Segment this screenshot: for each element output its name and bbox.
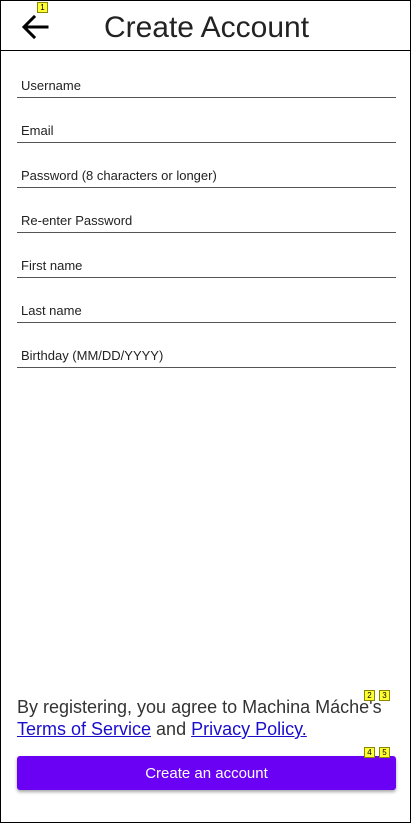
reenter-password-field-container [17, 209, 396, 233]
username-field-container [17, 74, 396, 98]
reenter-password-input[interactable] [17, 209, 396, 231]
terms-text: By registering, you agree to Machina Mác… [17, 696, 397, 740]
privacy-policy-link[interactable]: Privacy Policy. [191, 719, 307, 739]
terms-prefix: By registering, you agree to Machina Mác… [17, 697, 382, 717]
password-field-container [17, 164, 396, 188]
username-input[interactable] [17, 74, 396, 96]
password-input[interactable] [17, 164, 396, 186]
app-frame: Create Account 1 By registering, you agr… [0, 0, 411, 823]
birthday-field-container [17, 344, 396, 368]
marker-badge-5: 5 [379, 747, 390, 758]
marker-badge-3: 3 [379, 690, 390, 701]
terms-and-text: and [151, 719, 192, 739]
marker-badge-2: 2 [364, 690, 375, 701]
last-name-field-container [17, 299, 396, 323]
first-name-input[interactable] [17, 254, 396, 276]
birthday-input[interactable] [17, 344, 396, 366]
terms-of-service-link[interactable]: Terms of Service [17, 719, 151, 739]
first-name-field-container [17, 254, 396, 278]
app-header: Create Account [1, 1, 410, 51]
marker-badge-1: 1 [37, 2, 48, 13]
email-field-container [17, 119, 396, 143]
create-account-button[interactable]: Create an account [17, 756, 396, 790]
email-input[interactable] [17, 119, 396, 141]
page-title: Create Account [103, 11, 310, 44]
last-name-input[interactable] [17, 299, 396, 321]
marker-badge-4: 4 [364, 747, 375, 758]
